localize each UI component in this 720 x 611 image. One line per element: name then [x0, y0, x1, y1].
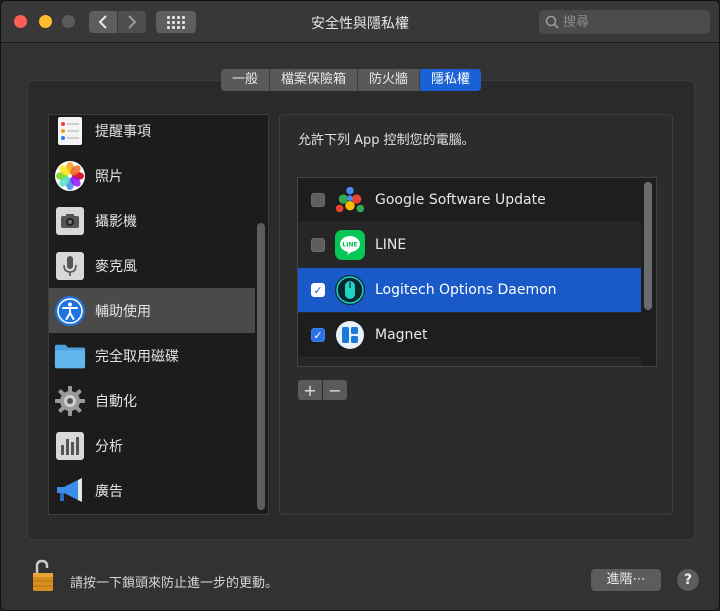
- forward-button[interactable]: [118, 11, 146, 33]
- photos-icon: [54, 160, 86, 192]
- app-row-google-software-update[interactable]: Google Software Update: [298, 178, 641, 223]
- sidebar-item-label: 提醒事項: [95, 123, 151, 140]
- remove-app-button[interactable]: −: [323, 380, 347, 400]
- minimize-window-button[interactable]: [39, 15, 52, 28]
- app-list-scrollbar[interactable]: [644, 182, 652, 310]
- app-icon-partial: [334, 364, 366, 366]
- search-icon: [545, 15, 559, 29]
- sidebar-item-label: 麥克風: [95, 258, 137, 275]
- sidebar-item-microphone[interactable]: 麥克風: [49, 243, 255, 288]
- help-button[interactable]: ?: [677, 569, 699, 591]
- add-app-button[interactable]: +: [298, 380, 322, 400]
- back-button[interactable]: [89, 11, 117, 33]
- chevron-right-icon: [128, 15, 137, 29]
- preferences-window: 安全性與隱私權 一般 檔案保險箱 防火牆 隱私權 提醒事項: [0, 0, 720, 611]
- folder-icon: [54, 340, 86, 372]
- app-name: Magnet: [375, 327, 428, 343]
- app-name: LINE: [375, 237, 407, 253]
- gear-icon: [54, 385, 86, 417]
- magnet-icon: [334, 319, 366, 351]
- tab-privacy[interactable]: 隱私權: [420, 69, 482, 91]
- app-row-line[interactable]: LINE LINE: [298, 223, 641, 268]
- sidebar-item-label: 自動化: [95, 393, 137, 410]
- sidebar-item-advertising[interactable]: 廣告: [49, 468, 255, 513]
- grid-icon: [167, 15, 185, 29]
- sidebar-item-label: 攝影機: [95, 213, 137, 230]
- app-name: Logitech Options Daemon: [375, 282, 557, 298]
- app-permission-list: Google Software Update LINE LINE ✓ Logit…: [297, 177, 657, 367]
- sidebar-item-accessibility[interactable]: 輔助使用: [49, 288, 255, 333]
- reminders-icon: [54, 115, 86, 147]
- lock-hint-text: 請按一下鎖頭來防止進一步的更動。: [70, 576, 279, 591]
- close-window-button[interactable]: [14, 15, 27, 28]
- sidebar-item-reminders[interactable]: 提醒事項: [49, 115, 255, 153]
- svg-text:LINE: LINE: [342, 242, 357, 249]
- app-checkbox[interactable]: [311, 238, 325, 252]
- show-all-button[interactable]: [156, 11, 196, 33]
- sidebar-item-label: 分析: [95, 438, 123, 455]
- line-icon: LINE: [334, 229, 366, 261]
- app-checkbox[interactable]: ✓: [311, 328, 325, 342]
- title-bar: 安全性與隱私權: [1, 1, 719, 43]
- app-row-partial[interactable]: [298, 358, 641, 366]
- tab-firewall[interactable]: 防火牆: [358, 69, 421, 91]
- tab-bar: 一般 檔案保險箱 防火牆 隱私權: [221, 69, 482, 91]
- tab-filevault[interactable]: 檔案保險箱: [270, 69, 359, 91]
- camera-icon: [54, 205, 86, 237]
- sidebar-item-label: 照片: [95, 168, 123, 185]
- analytics-icon: [54, 430, 86, 462]
- sidebar-item-label: 輔助使用: [95, 303, 151, 320]
- search-field[interactable]: [539, 10, 710, 34]
- google-update-icon: [334, 184, 366, 216]
- sidebar-item-full-disk-access[interactable]: 完全取用磁碟: [49, 333, 255, 378]
- app-checkbox[interactable]: [311, 193, 325, 207]
- app-row-logitech-options-daemon[interactable]: ✓ Logitech Options Daemon: [298, 268, 641, 313]
- app-name: Google Software Update: [375, 192, 546, 208]
- sidebar-item-automation[interactable]: 自動化: [49, 378, 255, 423]
- sidebar-item-analytics[interactable]: 分析: [49, 423, 255, 468]
- search-input[interactable]: [563, 14, 703, 30]
- sidebar-item-label: 廣告: [95, 483, 123, 500]
- sidebar-scrollbar[interactable]: [257, 223, 265, 510]
- accessibility-icon: [54, 295, 86, 327]
- app-row-magnet[interactable]: ✓ Magnet: [298, 313, 641, 358]
- zoom-window-button[interactable]: [62, 15, 75, 28]
- chevron-left-icon: [98, 15, 107, 29]
- logitech-mouse-icon: [334, 274, 366, 306]
- privacy-category-list: 提醒事項 照片 攝影機 麥克風 輔助使用 完全取用磁碟 自動化 分析 廣告: [48, 114, 269, 515]
- sidebar-item-camera[interactable]: 攝影機: [49, 198, 255, 243]
- sidebar-item-label: 完全取用磁碟: [95, 348, 179, 365]
- megaphone-icon: [54, 475, 86, 507]
- tab-general[interactable]: 一般: [221, 69, 271, 91]
- pane-caption: 允許下列 App 控制您的電腦。: [298, 133, 475, 148]
- microphone-icon: [54, 250, 86, 282]
- sidebar-item-photos[interactable]: 照片: [49, 153, 255, 198]
- advanced-button[interactable]: 進階⋯: [591, 569, 661, 591]
- unlocked-padlock-icon[interactable]: [31, 559, 55, 593]
- app-checkbox[interactable]: ✓: [311, 283, 325, 297]
